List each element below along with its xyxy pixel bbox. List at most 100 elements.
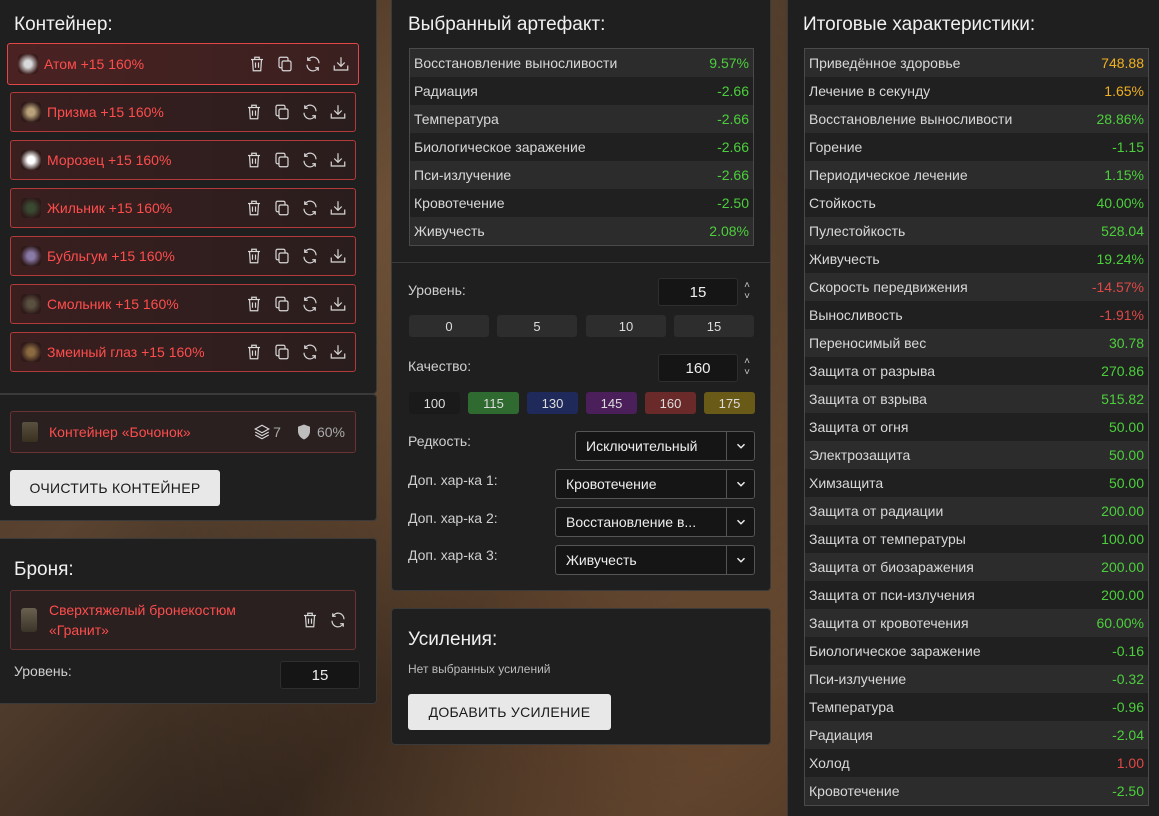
quality-input[interactable]: 160 (658, 354, 738, 382)
armor-row[interactable]: Сверхтяжелый бронекостюм «Гранит» (10, 590, 356, 650)
level-input[interactable]: 15 (658, 278, 738, 306)
stat-name: Химзащита (809, 475, 884, 491)
artifact-row[interactable]: Смольник +15 160% (10, 284, 356, 324)
stat-value: 515.82 (1101, 391, 1144, 407)
download-icon[interactable] (329, 247, 347, 265)
clear-container-button[interactable]: ОЧИСТИТЬ КОНТЕЙНЕР (10, 470, 220, 506)
quality-preset-button[interactable]: 175 (704, 392, 755, 414)
container-slots: 7 (273, 424, 281, 440)
stat-value: -2.66 (717, 167, 749, 183)
artifact-label: Атом +15 160% (44, 56, 145, 72)
stat-value: -0.16 (1112, 643, 1144, 659)
artifact-label: Призма +15 160% (47, 104, 164, 120)
replace-icon[interactable] (301, 199, 319, 217)
stat-name: Температура (414, 111, 499, 127)
rarity-select[interactable]: Исключительный (575, 431, 755, 461)
artifact-thumb-icon (21, 294, 41, 314)
quality-preset-button[interactable]: 100 (409, 392, 460, 414)
trash-icon[interactable] (245, 295, 263, 313)
copy-icon[interactable] (273, 247, 291, 265)
stat-row: Защита от биозаражения 200.00 (805, 553, 1148, 581)
stat-value: -2.66 (717, 83, 749, 99)
copy-icon[interactable] (273, 103, 291, 121)
stat-row: Восстановление выносливости 28.86% (805, 105, 1148, 133)
armor-level-input[interactable]: 15 (280, 661, 360, 689)
stat-value: 200.00 (1101, 503, 1144, 519)
copy-icon[interactable] (273, 199, 291, 217)
add-boost-button[interactable]: ДОБАВИТЬ УСИЛЕНИЕ (408, 694, 611, 730)
quality-stepper[interactable]: ˄ ˅ (741, 356, 753, 378)
artifact-thumb-icon (21, 150, 41, 170)
level-preset-button[interactable]: 10 (586, 315, 666, 337)
stat-name: Пси-излучение (414, 167, 512, 183)
artifact-row[interactable]: Змеиный глаз +15 160% (10, 332, 356, 372)
artifact-row[interactable]: Морозец +15 160% (10, 140, 356, 180)
extra3-select[interactable]: Живучесть (555, 545, 755, 575)
replace-icon[interactable] (301, 247, 319, 265)
download-icon[interactable] (332, 55, 350, 73)
trash-icon[interactable] (245, 343, 263, 361)
level-preset-button[interactable]: 15 (674, 315, 754, 337)
quality-preset-button[interactable]: 115 (468, 392, 519, 414)
armor-name-line2: «Гранит» (49, 622, 109, 638)
extra3-label: Доп. хар-ка 3: (408, 547, 498, 563)
trash-icon[interactable] (245, 151, 263, 169)
replace-icon[interactable] (304, 55, 322, 73)
extra1-select[interactable]: Кровотечение (555, 469, 755, 499)
replace-icon[interactable] (329, 611, 347, 629)
copy-icon[interactable] (276, 55, 294, 73)
level-preset-button[interactable]: 5 (497, 315, 577, 337)
download-icon[interactable] (329, 343, 347, 361)
stat-row: Выносливость -1.91% (805, 301, 1148, 329)
artifact-row[interactable]: Жильник +15 160% (10, 188, 356, 228)
level-stepper[interactable]: ˄ ˅ (741, 280, 753, 302)
extra2-select[interactable]: Восстановление в... (555, 507, 755, 537)
stat-row: Стойкость 40.00% (805, 189, 1148, 217)
stat-name: Переносимый вес (809, 335, 927, 351)
stat-value: 50.00 (1108, 447, 1144, 463)
stat-row: Пси-излучение -0.32 (805, 665, 1148, 693)
stat-name: Пулестойкость (809, 223, 906, 239)
download-icon[interactable] (329, 199, 347, 217)
container-box-name: Контейнер «Бочонок» (49, 424, 191, 440)
chevron-down-icon (726, 546, 754, 574)
stat-row: Защита от взрыва 515.82 (805, 385, 1148, 413)
copy-icon[interactable] (273, 343, 291, 361)
replace-icon[interactable] (301, 151, 319, 169)
quality-preset-button[interactable]: 145 (586, 392, 637, 414)
trash-icon[interactable] (245, 103, 263, 121)
stat-row: Пулестойкость 528.04 (805, 217, 1148, 245)
replace-icon[interactable] (301, 295, 319, 313)
trash-icon[interactable] (248, 55, 266, 73)
rarity-label: Редкость: (408, 433, 472, 449)
extra3-value: Живучесть (566, 552, 637, 568)
quality-preset-button[interactable]: 130 (527, 392, 578, 414)
chevron-down-icon (726, 508, 754, 536)
stat-row: Защита от кровотечения 60.00% (805, 609, 1148, 637)
boosts-empty-text: Нет выбранных усилений (408, 662, 551, 676)
artifact-row[interactable]: Бубльгум +15 160% (10, 236, 356, 276)
trash-icon[interactable] (245, 199, 263, 217)
artifact-title: Выбранный артефакт: (408, 14, 606, 35)
container-box-row[interactable]: Контейнер «Бочонок» 7 60% (10, 411, 356, 453)
trash-icon[interactable] (245, 247, 263, 265)
replace-icon[interactable] (301, 103, 319, 121)
quality-preset-button[interactable]: 160 (645, 392, 696, 414)
artifact-label: Смольник +15 160% (47, 296, 179, 312)
extra1-value: Кровотечение (566, 476, 657, 492)
artifact-row[interactable]: Атом +15 160% (7, 43, 359, 85)
trash-icon[interactable] (301, 611, 319, 629)
stat-row: Температура -2.66 (410, 105, 753, 133)
copy-icon[interactable] (273, 151, 291, 169)
download-icon[interactable] (329, 295, 347, 313)
stat-name: Восстановление выносливости (809, 111, 1013, 127)
level-preset-button[interactable]: 0 (409, 315, 489, 337)
replace-icon[interactable] (301, 343, 319, 361)
stat-name: Биологическое заражение (414, 139, 586, 155)
armor-level-label: Уровень: (14, 663, 72, 679)
download-icon[interactable] (329, 151, 347, 169)
copy-icon[interactable] (273, 295, 291, 313)
stat-row: Защита от разрыва 270.86 (805, 357, 1148, 385)
download-icon[interactable] (329, 103, 347, 121)
artifact-row[interactable]: Призма +15 160% (10, 92, 356, 132)
